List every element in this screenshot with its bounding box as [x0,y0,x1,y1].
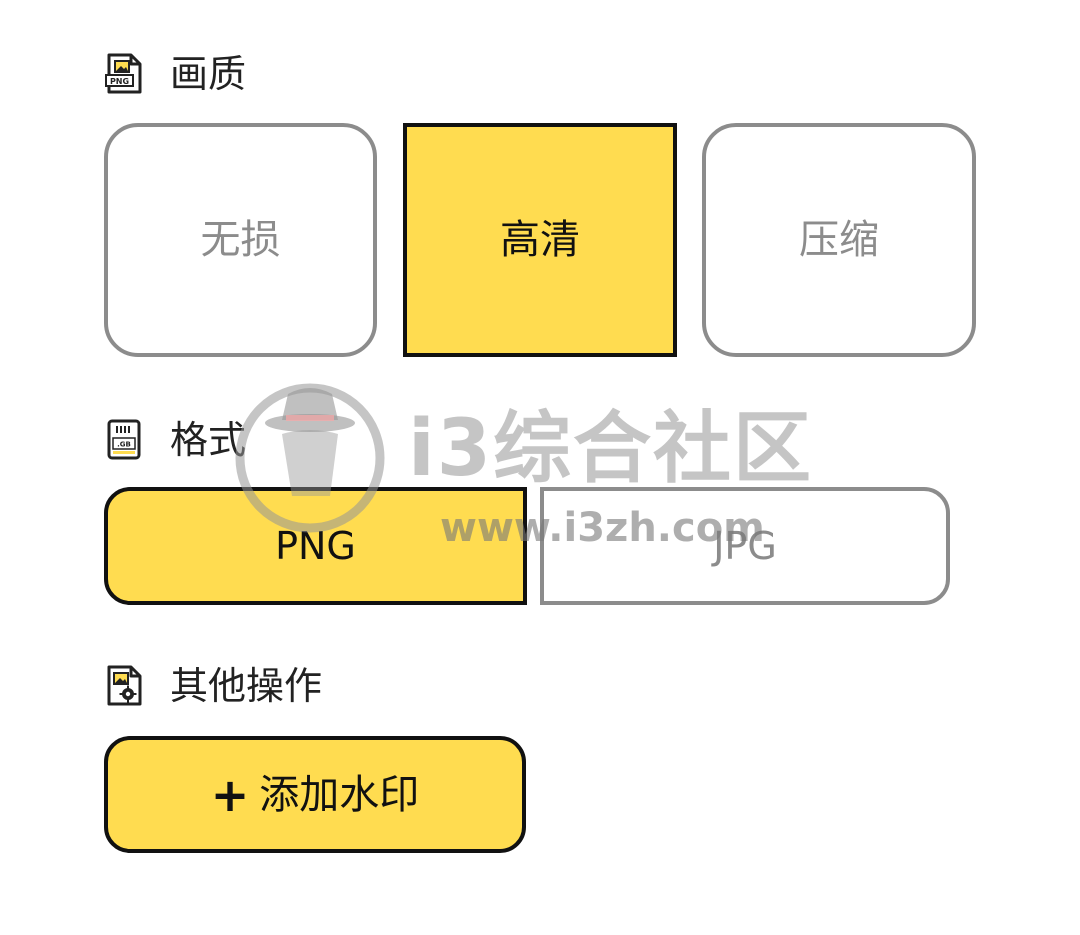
plus-icon: + [210,767,250,822]
svg-text:PNG: PNG [110,77,129,86]
quality-section-header: PNG 画质 [104,52,246,96]
format-option-jpg[interactable]: JPG [540,487,950,605]
other-actions-section-title: 其他操作 [170,664,323,708]
quality-option-label: 压缩 [799,217,879,263]
format-section-title: 格式 [170,418,247,462]
format-option-png[interactable]: PNG [104,487,527,605]
quality-option-label: 高清 [500,217,580,263]
other-actions-section-header: 其他操作 [104,664,322,708]
png-file-icon: PNG [104,52,144,96]
format-option-label: PNG [275,524,356,568]
svg-text:.GB: .GB [117,441,131,449]
quality-option-compressed[interactable]: 压缩 [702,123,976,357]
add-watermark-button[interactable]: + 添加水印 [104,736,526,853]
format-section-header: .GB 格式 [104,418,246,462]
quality-option-lossless[interactable]: 无损 [104,123,377,357]
image-settings-icon [104,664,144,708]
format-option-label: JPG [713,524,777,568]
quality-section-title: 画质 [170,52,247,96]
quality-option-hd[interactable]: 高清 [403,123,677,357]
quality-option-label: 无损 [200,217,281,263]
sd-card-icon: .GB [104,418,144,462]
watermark-name: i3综合社区 [408,404,814,494]
add-watermark-label: 添加水印 [259,771,420,818]
